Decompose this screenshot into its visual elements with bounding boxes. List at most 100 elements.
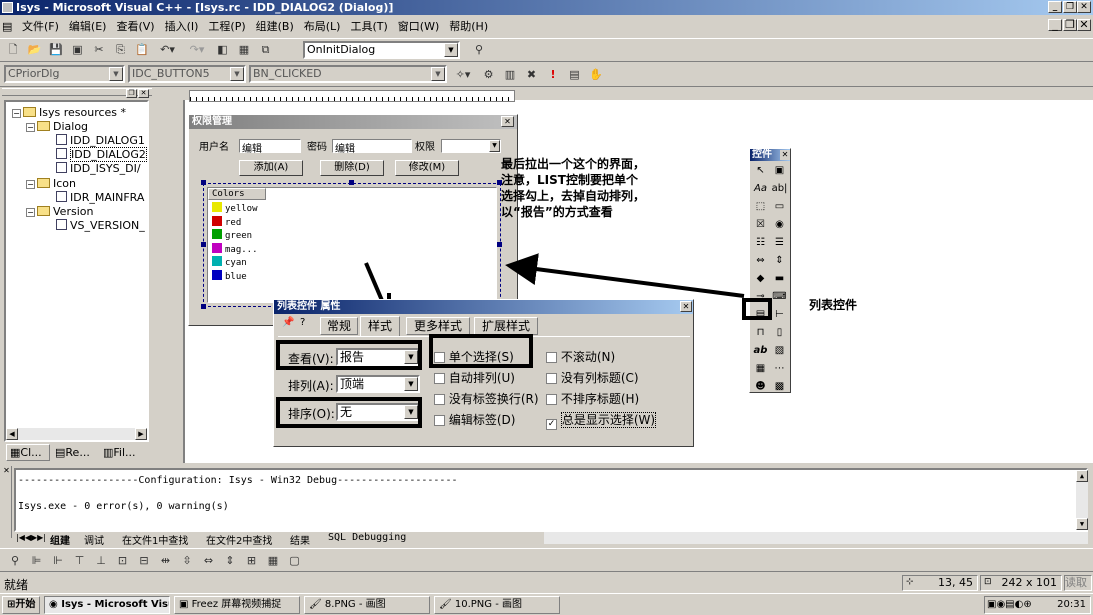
doc-close-button[interactable]: ✕ [1077, 19, 1091, 31]
pane-restore-icon[interactable]: ❐ [126, 89, 137, 98]
paste-icon[interactable]: 📋 [133, 41, 151, 59]
tab-find2[interactable]: 在文件2中查找 [206, 532, 272, 547]
save-all-icon[interactable]: ▣ [69, 41, 87, 59]
tree-item-idd-isys[interactable]: IDD_ISYS_DI/ [56, 162, 141, 176]
start-button[interactable]: ⊞开始 [2, 596, 40, 614]
find-icon[interactable]: ⚲ [470, 41, 488, 59]
align-right-icon[interactable]: ⊩ [49, 552, 67, 570]
compile-icon[interactable]: ⚙ [480, 66, 498, 84]
align-top-icon[interactable]: ⊤ [71, 552, 89, 570]
open-icon[interactable]: 📂 [26, 41, 44, 59]
checkbox-auto-arrange[interactable]: 自动排列(U) [434, 369, 515, 386]
same-width-icon[interactable]: ⇔ [200, 552, 218, 570]
output-hscrollbar[interactable] [544, 532, 1088, 544]
tab-build[interactable]: 组建 [50, 532, 70, 547]
tray-icons[interactable]: ▣◉▤◐⊕ [987, 599, 1032, 610]
tree-item-dialog[interactable]: − Dialog [26, 120, 88, 134]
checkbox-no-column-header[interactable]: 没有列标题(C) [546, 369, 639, 386]
tree-item-idr-mainframe[interactable]: IDR_MAINFRA [56, 191, 144, 205]
redo-icon[interactable]: ↷▾ [184, 41, 210, 59]
close-button[interactable]: ✕ [1077, 1, 1091, 13]
pane-close-icon[interactable]: ✕ [138, 89, 149, 98]
toggle-guides-icon[interactable]: ▢ [286, 552, 304, 570]
menu-build[interactable]: 组建(B) [252, 16, 300, 34]
build-icon[interactable]: ▥ [501, 66, 519, 84]
scroll-right-icon[interactable]: ▶ [135, 428, 147, 440]
task-paint-8[interactable]: 🖌 8.PNG - 画图 [304, 596, 430, 614]
task-vc[interactable]: ◉ Isys - Microsoft Visual C... [44, 596, 170, 614]
checkbox-box[interactable] [434, 394, 445, 405]
tree-item-idd-dialog1[interactable]: IDD_DIALOG1 [56, 134, 145, 148]
scroll-left-icon[interactable]: ◀ [6, 428, 18, 440]
test-dialog-icon[interactable]: ⚲ [6, 552, 24, 570]
checkbox-show-selection-always[interactable]: ✓ 总是显示选择(W) [546, 411, 657, 430]
menu-file[interactable]: 文件(F) [18, 16, 65, 34]
doc-minimize-button[interactable]: _ [1048, 19, 1062, 31]
id-combo[interactable]: IDC_BUTTON5 ▼ [128, 65, 246, 83]
space-down-icon[interactable]: ⇳ [178, 552, 196, 570]
close-icon[interactable]: ✕ [2, 466, 11, 475]
message-combo[interactable]: BN_CLICKED ▼ [249, 65, 447, 83]
scroll-down-icon[interactable]: ▼ [1076, 518, 1088, 530]
function-combo[interactable]: OnInitDialog ▼ [303, 41, 460, 59]
checkbox-box[interactable] [546, 394, 557, 405]
tab-resourceview[interactable]: ▤Re... [52, 445, 98, 460]
tree-item-root[interactable]: − Isys resources * [12, 106, 126, 120]
scroll-up-icon[interactable]: ▲ [1076, 470, 1088, 482]
space-across-icon[interactable]: ⇹ [157, 552, 175, 570]
tree-item-version[interactable]: − Version [26, 205, 93, 219]
task-freez[interactable]: ▣ Freez 屏幕视频捕捉 [174, 596, 300, 614]
align-bottom-icon[interactable]: ⊥ [92, 552, 110, 570]
go-icon[interactable]: ▤ [566, 66, 584, 84]
output-vscrollbar[interactable]: ▲ ▼ [1076, 470, 1088, 530]
checkbox-box[interactable] [434, 373, 445, 384]
restore-button[interactable]: ❐ [1063, 1, 1077, 13]
stop-build-icon[interactable]: ✖ [523, 66, 541, 84]
save-icon[interactable]: 💾 [47, 41, 65, 59]
menu-layout[interactable]: 布局(L) [300, 16, 347, 34]
task-paint-10[interactable]: 🖌 10.PNG - 画图 [434, 596, 560, 614]
same-height-icon[interactable]: ⇕ [221, 552, 239, 570]
windows-icon[interactable]: ⧉ [257, 41, 275, 59]
doc-icon[interactable]: ▤ [0, 18, 18, 35]
tab-fileview[interactable]: ▥Fil... [100, 445, 146, 460]
menu-edit[interactable]: 编辑(E) [65, 16, 113, 34]
checkbox-edit-labels[interactable]: 编辑标签(D) [434, 411, 515, 428]
workspace-icon[interactable]: ◧ [214, 41, 232, 59]
breakpoint-icon[interactable]: ✋ [587, 66, 605, 84]
menu-insert[interactable]: 插入(I) [161, 16, 205, 34]
chevron-down-icon[interactable]: ▼ [230, 67, 244, 81]
tab-more-styles[interactable]: 更多样式 [406, 317, 470, 335]
checkbox-no-sort-header[interactable]: 不排序标题(H) [546, 390, 639, 407]
checkbox-box[interactable] [434, 415, 445, 426]
copy-icon[interactable]: ⎘ [112, 41, 130, 59]
menu-help[interactable]: 帮助(H) [445, 16, 494, 34]
undo-icon[interactable]: ↶▾ [155, 41, 181, 59]
output-icon[interactable]: ▦ [235, 41, 253, 59]
center-vertical-icon[interactable]: ⊡ [114, 552, 132, 570]
tab-scroll-icons[interactable]: |◀◀▶▶| [16, 533, 46, 542]
minimize-button[interactable]: _ [1048, 1, 1062, 13]
tab-extended-styles[interactable]: 扩展样式 [474, 317, 538, 335]
chevron-down-icon[interactable]: ▼ [444, 43, 458, 57]
align-left-icon[interactable]: ⊫ [28, 552, 46, 570]
tab-sql-debugging[interactable]: SQL Debugging [328, 532, 406, 543]
tab-find1[interactable]: 在文件1中查找 [122, 532, 188, 547]
menu-project[interactable]: 工程(P) [204, 16, 251, 34]
tree-item-idd-dialog2[interactable]: IDD_DIALOG2 [56, 147, 147, 162]
close-icon[interactable]: ✕ [680, 301, 692, 312]
toggle-grid-icon[interactable]: ▦ [264, 552, 282, 570]
checkbox-box[interactable]: ✓ [546, 419, 557, 430]
tree-item-icon[interactable]: − Icon [26, 177, 76, 191]
checkbox-box[interactable] [546, 352, 557, 363]
doc-restore-button[interactable]: ❐ [1063, 19, 1077, 31]
tab-styles[interactable]: 样式 [360, 316, 400, 337]
checkbox-no-label-wrap[interactable]: 没有标签换行(R) [434, 390, 539, 407]
tab-classview[interactable]: ▦Cl... [6, 444, 50, 461]
tab-debug[interactable]: 调试 [84, 532, 104, 547]
chevron-down-icon[interactable]: ▼ [431, 67, 445, 81]
checkbox-no-scroll[interactable]: 不滚动(N) [546, 348, 615, 365]
cut-icon[interactable]: ✂ [90, 41, 108, 59]
arrange-combo[interactable]: 顶端 ▼ [336, 375, 420, 393]
splitter[interactable] [152, 88, 183, 463]
